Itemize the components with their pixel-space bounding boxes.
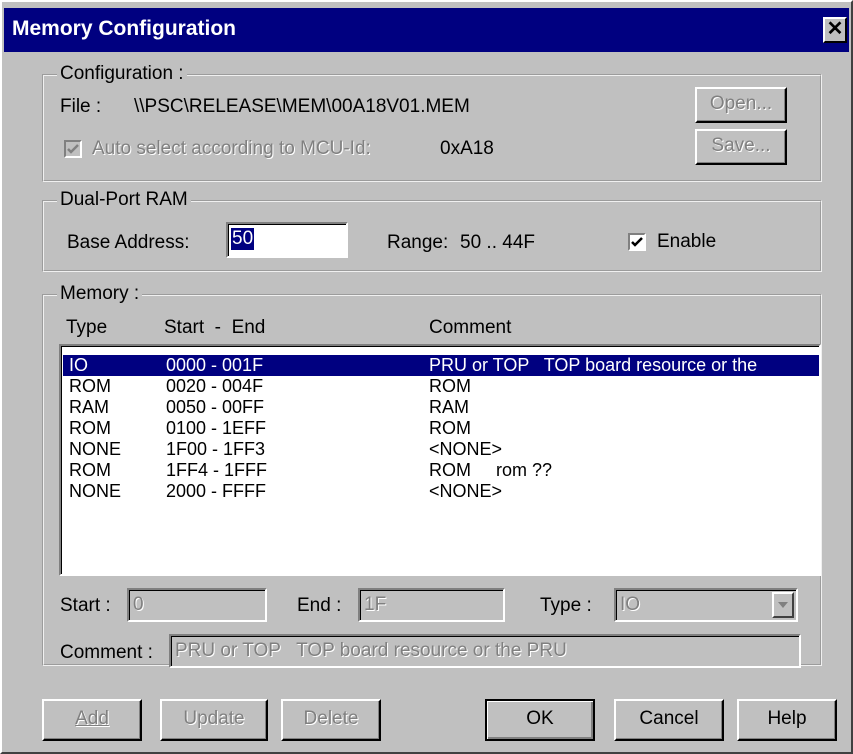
end-field-value: 1F bbox=[364, 594, 387, 615]
enable-label: Enable bbox=[657, 231, 717, 252]
checkmark-icon bbox=[631, 237, 643, 247]
save-button[interactable]: Save... bbox=[695, 129, 787, 165]
mcu-id-value: 0xA18 bbox=[440, 138, 494, 159]
start-field[interactable]: 0 bbox=[127, 588, 267, 622]
list-item[interactable]: ROM 1FF4 - 1FFF ROM rom ?? bbox=[63, 460, 819, 481]
row-type: RAM bbox=[69, 397, 109, 417]
row-comment: RAM bbox=[429, 397, 469, 417]
row-range: 1FF4 - 1FFF bbox=[166, 460, 268, 480]
ok-button-label: OK bbox=[526, 708, 554, 729]
row-comment: <NONE> bbox=[429, 439, 503, 459]
memory-group-label: Memory : bbox=[57, 283, 143, 305]
help-button-label: Help bbox=[767, 708, 807, 729]
add-button-label: Add bbox=[75, 708, 109, 729]
row-range: 2000 - FFFF bbox=[166, 481, 267, 501]
row-range: 0000 - 001F bbox=[166, 355, 264, 375]
memory-configuration-dialog: Memory Configuration ✕ Configuration : F… bbox=[0, 0, 853, 754]
type-select[interactable]: IO bbox=[614, 588, 798, 622]
close-button[interactable]: ✕ bbox=[823, 17, 847, 43]
chevron-down-icon bbox=[778, 602, 788, 608]
column-header-comment: Comment bbox=[429, 317, 512, 338]
type-dropdown-button[interactable] bbox=[772, 592, 794, 618]
list-item[interactable]: NONE 2000 - FFFF <NONE> bbox=[63, 481, 819, 502]
list-item[interactable]: NONE 1F00 - 1FF3 <NONE> bbox=[63, 439, 819, 460]
list-item[interactable]: ROM 0020 - 004F ROM bbox=[63, 376, 819, 397]
ok-button[interactable]: OK bbox=[485, 699, 595, 741]
cancel-button-label: Cancel bbox=[639, 708, 699, 729]
close-icon: ✕ bbox=[826, 18, 844, 40]
type-label: Type : bbox=[540, 595, 592, 616]
open-button[interactable]: Open... bbox=[695, 87, 787, 123]
title-bar[interactable]: Memory Configuration ✕ bbox=[4, 8, 849, 52]
window-title: Memory Configuration bbox=[12, 17, 236, 40]
comment-field-value: PRU or TOP TOP board resource or the PRU bbox=[175, 640, 567, 661]
list-item[interactable]: RAM 0050 - 00FF RAM bbox=[63, 397, 819, 418]
dual-port-ram-group-label: Dual-Port RAM bbox=[57, 189, 191, 211]
row-comment: ROM bbox=[429, 418, 471, 438]
column-header-start-end: Start - End bbox=[164, 317, 266, 338]
range-label: Range: bbox=[387, 232, 449, 253]
row-type: ROM bbox=[69, 376, 111, 396]
row-range: 1F00 - 1FF3 bbox=[166, 439, 266, 459]
update-button-label: Update bbox=[183, 708, 245, 729]
cancel-button[interactable]: Cancel bbox=[614, 699, 724, 741]
range-value: 50 .. 44F bbox=[460, 232, 535, 253]
configuration-group-label: Configuration : bbox=[57, 63, 187, 85]
list-item[interactable]: IO 0000 - 001F PRU or TOP TOP board reso… bbox=[63, 355, 819, 376]
row-comment: ROM rom ?? bbox=[429, 460, 553, 480]
comment-field[interactable]: PRU or TOP TOP board resource or the PRU bbox=[169, 634, 801, 668]
row-range: 0020 - 004F bbox=[166, 376, 264, 396]
base-address-value: 50 bbox=[231, 228, 255, 250]
row-range: 0100 - 1EFF bbox=[166, 418, 267, 438]
row-type: NONE bbox=[69, 481, 122, 501]
start-field-value: 0 bbox=[133, 594, 144, 615]
auto-select-checkbox[interactable] bbox=[64, 140, 82, 158]
delete-button-label: Delete bbox=[303, 708, 359, 729]
row-comment: <NONE> bbox=[429, 481, 503, 501]
file-path: \\PSC\RELEASE\MEM\00A18V01.MEM bbox=[134, 96, 470, 117]
start-label: Start : bbox=[60, 595, 111, 616]
add-button[interactable]: Add bbox=[42, 699, 142, 741]
row-comment: PRU or TOP TOP board resource or the bbox=[429, 355, 758, 375]
checkmark-icon bbox=[67, 144, 79, 154]
help-button[interactable]: Help bbox=[737, 699, 837, 741]
row-type: ROM bbox=[69, 460, 111, 480]
delete-button[interactable]: Delete bbox=[281, 699, 381, 741]
base-address-input[interactable]: 50 bbox=[226, 222, 348, 258]
file-label: File : bbox=[60, 96, 102, 117]
end-field[interactable]: 1F bbox=[358, 588, 505, 622]
row-type: ROM bbox=[69, 418, 111, 438]
row-type: NONE bbox=[69, 439, 122, 459]
base-address-label: Base Address: bbox=[67, 232, 190, 253]
column-header-type: Type bbox=[66, 317, 108, 338]
list-item[interactable]: ROM 0100 - 1EFF ROM bbox=[63, 418, 819, 439]
row-type: IO bbox=[69, 355, 89, 375]
auto-select-label: Auto select according to MCU-Id: bbox=[92, 138, 371, 159]
end-label: End : bbox=[297, 595, 342, 616]
open-button-label: Open... bbox=[709, 93, 773, 114]
memory-list[interactable]: IO 0000 - 001F PRU or TOP TOP board reso… bbox=[59, 344, 821, 576]
update-button[interactable]: Update bbox=[160, 699, 268, 741]
comment-label: Comment : bbox=[60, 642, 153, 663]
row-comment: ROM bbox=[429, 376, 471, 396]
row-range: 0050 - 00FF bbox=[166, 397, 265, 417]
type-select-value: IO bbox=[620, 594, 641, 615]
save-button-label: Save... bbox=[711, 135, 771, 156]
enable-checkbox[interactable] bbox=[628, 233, 646, 251]
